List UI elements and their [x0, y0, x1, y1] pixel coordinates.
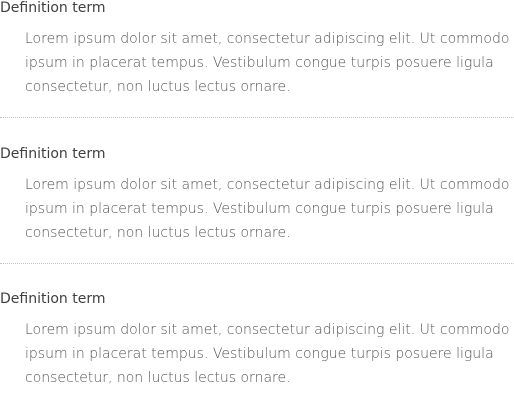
definition-entry: Definition term Lorem ipsum dolor sit am… [0, 0, 514, 99]
definition-description: Lorem ipsum dolor sit amet, consectetur … [25, 322, 510, 386]
definition-description: Lorem ipsum dolor sit amet, consectetur … [25, 31, 510, 95]
definition-entry: Definition term Lorem ipsum dolor sit am… [0, 145, 514, 245]
definition-list: Definition term Lorem ipsum dolor sit am… [0, 0, 514, 390]
definition-entry: Definition term Lorem ipsum dolor sit am… [0, 290, 514, 390]
dotted-divider [0, 263, 514, 264]
definition-term: Definition term [0, 291, 106, 307]
definition-description: Lorem ipsum dolor sit amet, consectetur … [25, 177, 510, 241]
dotted-divider [0, 117, 514, 118]
definition-term: Definition term [0, 146, 106, 162]
definition-term: Definition term [0, 0, 106, 16]
